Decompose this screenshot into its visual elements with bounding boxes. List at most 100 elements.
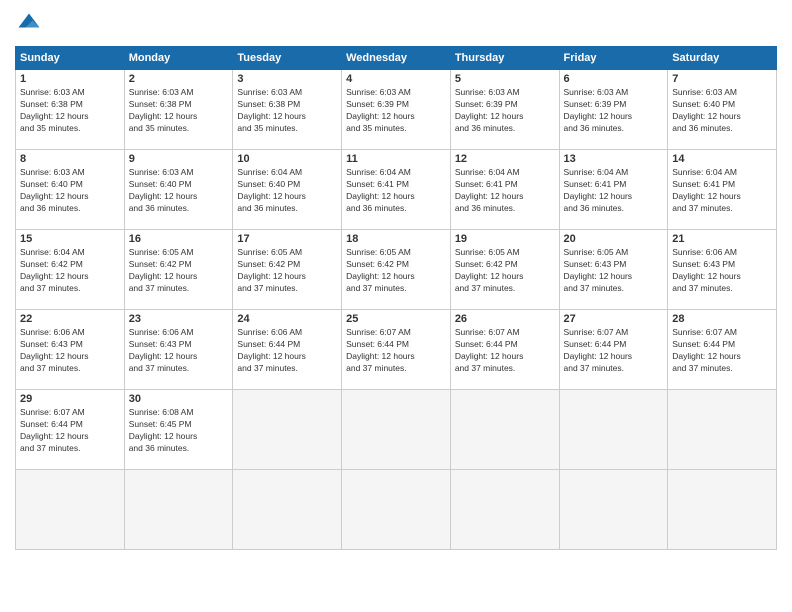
- day-info: Sunrise: 6:07 AM Sunset: 6:44 PM Dayligh…: [672, 327, 772, 375]
- logo: [15, 10, 47, 38]
- calendar-cell: 14 Sunrise: 6:04 AM Sunset: 6:41 PM Dayli…: [668, 150, 777, 230]
- calendar-table: SundayMondayTuesdayWednesdayThursdayFrid…: [15, 46, 777, 550]
- day-info: Sunrise: 6:03 AM Sunset: 6:39 PM Dayligh…: [455, 87, 555, 135]
- day-number: 26: [455, 313, 555, 325]
- calendar-cell: 11Sunrise: 6:04 AM Sunset: 6:41 PM Dayli…: [342, 150, 451, 230]
- day-info: Sunrise: 6:04 AM Sunset: 6:41 PM Dayligh…: [564, 167, 664, 215]
- page: SundayMondayTuesdayWednesdayThursdayFrid…: [0, 0, 792, 612]
- day-info: Sunrise: 6:03 AM Sunset: 6:38 PM Dayligh…: [237, 87, 337, 135]
- calendar-header-sunday: Sunday: [16, 47, 125, 70]
- day-info: Sunrise: 6:06 AM Sunset: 6:44 PM Dayligh…: [237, 327, 337, 375]
- day-info: Sunrise: 6:03 AM Sunset: 6:39 PM Dayligh…: [346, 87, 446, 135]
- calendar-cell: 22Sunrise: 6:06 AM Sunset: 6:43 PM Dayli…: [16, 310, 125, 390]
- day-info: Sunrise: 6:03 AM Sunset: 6:38 PM Dayligh…: [129, 87, 229, 135]
- calendar-row: 15 Sunrise: 6:04 AM Sunset: 6:42 PM Dayli…: [16, 230, 777, 310]
- day-number: 25: [346, 313, 446, 325]
- day-info: Sunrise: 6:05 AM Sunset: 6:42 PM Dayligh…: [237, 247, 337, 295]
- calendar-cell: [450, 470, 559, 550]
- calendar-cell: 30 Sunrise: 6:08 AM Sunset: 6:45 PM Dayli…: [124, 390, 233, 470]
- calendar-cell: [559, 390, 668, 470]
- day-info: Sunrise: 6:06 AM Sunset: 6:43 PM Dayligh…: [672, 247, 772, 295]
- calendar-cell: 26 Sunrise: 6:07 AM Sunset: 6:44 PM Dayli…: [450, 310, 559, 390]
- day-number: 12: [455, 153, 555, 165]
- calendar-cell: 24 Sunrise: 6:06 AM Sunset: 6:44 PM Dayli…: [233, 310, 342, 390]
- day-info: Sunrise: 6:04 AM Sunset: 6:40 PM Dayligh…: [237, 167, 337, 215]
- calendar-cell: [16, 470, 125, 550]
- calendar-cell: 5Sunrise: 6:03 AM Sunset: 6:39 PM Daylig…: [450, 70, 559, 150]
- day-number: 11: [346, 153, 446, 165]
- day-info: Sunrise: 6:03 AM Sunset: 6:40 PM Dayligh…: [129, 167, 229, 215]
- calendar-cell: 28 Sunrise: 6:07 AM Sunset: 6:44 PM Dayli…: [668, 310, 777, 390]
- day-number: 21: [672, 233, 772, 245]
- day-number: 17: [237, 233, 337, 245]
- calendar-cell: 16 Sunrise: 6:05 AM Sunset: 6:42 PM Dayli…: [124, 230, 233, 310]
- calendar-cell: [559, 470, 668, 550]
- calendar-cell: [668, 390, 777, 470]
- day-info: Sunrise: 6:03 AM Sunset: 6:40 PM Dayligh…: [672, 87, 772, 135]
- day-number: 14: [672, 153, 772, 165]
- header: [15, 10, 777, 38]
- calendar-cell: [450, 390, 559, 470]
- calendar-cell: 3 Sunrise: 6:03 AM Sunset: 6:38 PM Daylig…: [233, 70, 342, 150]
- day-number: 10: [237, 153, 337, 165]
- calendar-cell: 19Sunrise: 6:05 AM Sunset: 6:42 PM Dayli…: [450, 230, 559, 310]
- calendar-cell: 6 Sunrise: 6:03 AM Sunset: 6:39 PM Daylig…: [559, 70, 668, 150]
- day-number: 2: [129, 73, 229, 85]
- day-info: Sunrise: 6:04 AM Sunset: 6:42 PM Dayligh…: [20, 247, 120, 295]
- calendar-cell: 17 Sunrise: 6:05 AM Sunset: 6:42 PM Dayli…: [233, 230, 342, 310]
- calendar-cell: 18 Sunrise: 6:05 AM Sunset: 6:42 PM Dayli…: [342, 230, 451, 310]
- day-info: Sunrise: 6:08 AM Sunset: 6:45 PM Dayligh…: [129, 407, 229, 455]
- calendar-header-thursday: Thursday: [450, 47, 559, 70]
- day-number: 4: [346, 73, 446, 85]
- calendar-cell: 10 Sunrise: 6:04 AM Sunset: 6:40 PM Dayli…: [233, 150, 342, 230]
- day-number: 13: [564, 153, 664, 165]
- day-number: 9: [129, 153, 229, 165]
- calendar-cell: 25 Sunrise: 6:07 AM Sunset: 6:44 PM Dayli…: [342, 310, 451, 390]
- day-number: 7: [672, 73, 772, 85]
- day-number: 8: [20, 153, 120, 165]
- day-number: 30: [129, 393, 229, 405]
- day-info: Sunrise: 6:07 AM Sunset: 6:44 PM Dayligh…: [564, 327, 664, 375]
- calendar-cell: 4 Sunrise: 6:03 AM Sunset: 6:39 PM Daylig…: [342, 70, 451, 150]
- day-info: Sunrise: 6:03 AM Sunset: 6:39 PM Dayligh…: [564, 87, 664, 135]
- day-info: Sunrise: 6:07 AM Sunset: 6:44 PM Dayligh…: [455, 327, 555, 375]
- day-info: Sunrise: 6:05 AM Sunset: 6:42 PM Dayligh…: [129, 247, 229, 295]
- calendar-cell: [668, 470, 777, 550]
- day-number: 19: [455, 233, 555, 245]
- day-number: 18: [346, 233, 446, 245]
- calendar-header-monday: Monday: [124, 47, 233, 70]
- day-info: Sunrise: 6:06 AM Sunset: 6:43 PM Dayligh…: [20, 327, 120, 375]
- calendar-cell: 23Sunrise: 6:06 AM Sunset: 6:43 PM Dayli…: [124, 310, 233, 390]
- day-number: 15: [20, 233, 120, 245]
- day-info: Sunrise: 6:04 AM Sunset: 6:41 PM Dayligh…: [455, 167, 555, 215]
- day-number: 1: [20, 73, 120, 85]
- calendar-cell: 15 Sunrise: 6:04 AM Sunset: 6:42 PM Dayli…: [16, 230, 125, 310]
- day-info: Sunrise: 6:03 AM Sunset: 6:38 PM Dayligh…: [20, 87, 120, 135]
- calendar-header-tuesday: Tuesday: [233, 47, 342, 70]
- day-number: 28: [672, 313, 772, 325]
- day-info: Sunrise: 6:03 AM Sunset: 6:40 PM Dayligh…: [20, 167, 120, 215]
- day-number: 3: [237, 73, 337, 85]
- day-number: 16: [129, 233, 229, 245]
- calendar-header-row: SundayMondayTuesdayWednesdayThursdayFrid…: [16, 47, 777, 70]
- day-number: 29: [20, 393, 120, 405]
- day-info: Sunrise: 6:04 AM Sunset: 6:41 PM Dayligh…: [672, 167, 772, 215]
- calendar-row: 8 Sunrise: 6:03 AM Sunset: 6:40 PM Daylig…: [16, 150, 777, 230]
- day-info: Sunrise: 6:07 AM Sunset: 6:44 PM Dayligh…: [346, 327, 446, 375]
- calendar-cell: 12 Sunrise: 6:04 AM Sunset: 6:41 PM Dayli…: [450, 150, 559, 230]
- calendar-cell: [233, 390, 342, 470]
- day-number: 27: [564, 313, 664, 325]
- day-number: 20: [564, 233, 664, 245]
- day-info: Sunrise: 6:05 AM Sunset: 6:42 PM Dayligh…: [346, 247, 446, 295]
- calendar-row: 1 Sunrise: 6:03 AM Sunset: 6:38 PM Daylig…: [16, 70, 777, 150]
- calendar-cell: 9 Sunrise: 6:03 AM Sunset: 6:40 PM Daylig…: [124, 150, 233, 230]
- day-number: 24: [237, 313, 337, 325]
- calendar-cell: 27 Sunrise: 6:07 AM Sunset: 6:44 PM Dayli…: [559, 310, 668, 390]
- calendar-row: 29Sunrise: 6:07 AM Sunset: 6:44 PM Dayli…: [16, 390, 777, 470]
- calendar-cell: 7 Sunrise: 6:03 AM Sunset: 6:40 PM Daylig…: [668, 70, 777, 150]
- day-number: 6: [564, 73, 664, 85]
- calendar-cell: 13 Sunrise: 6:04 AM Sunset: 6:41 PM Dayli…: [559, 150, 668, 230]
- calendar-row: 22Sunrise: 6:06 AM Sunset: 6:43 PM Dayli…: [16, 310, 777, 390]
- calendar-cell: 29Sunrise: 6:07 AM Sunset: 6:44 PM Dayli…: [16, 390, 125, 470]
- calendar-cell: 2 Sunrise: 6:03 AM Sunset: 6:38 PM Daylig…: [124, 70, 233, 150]
